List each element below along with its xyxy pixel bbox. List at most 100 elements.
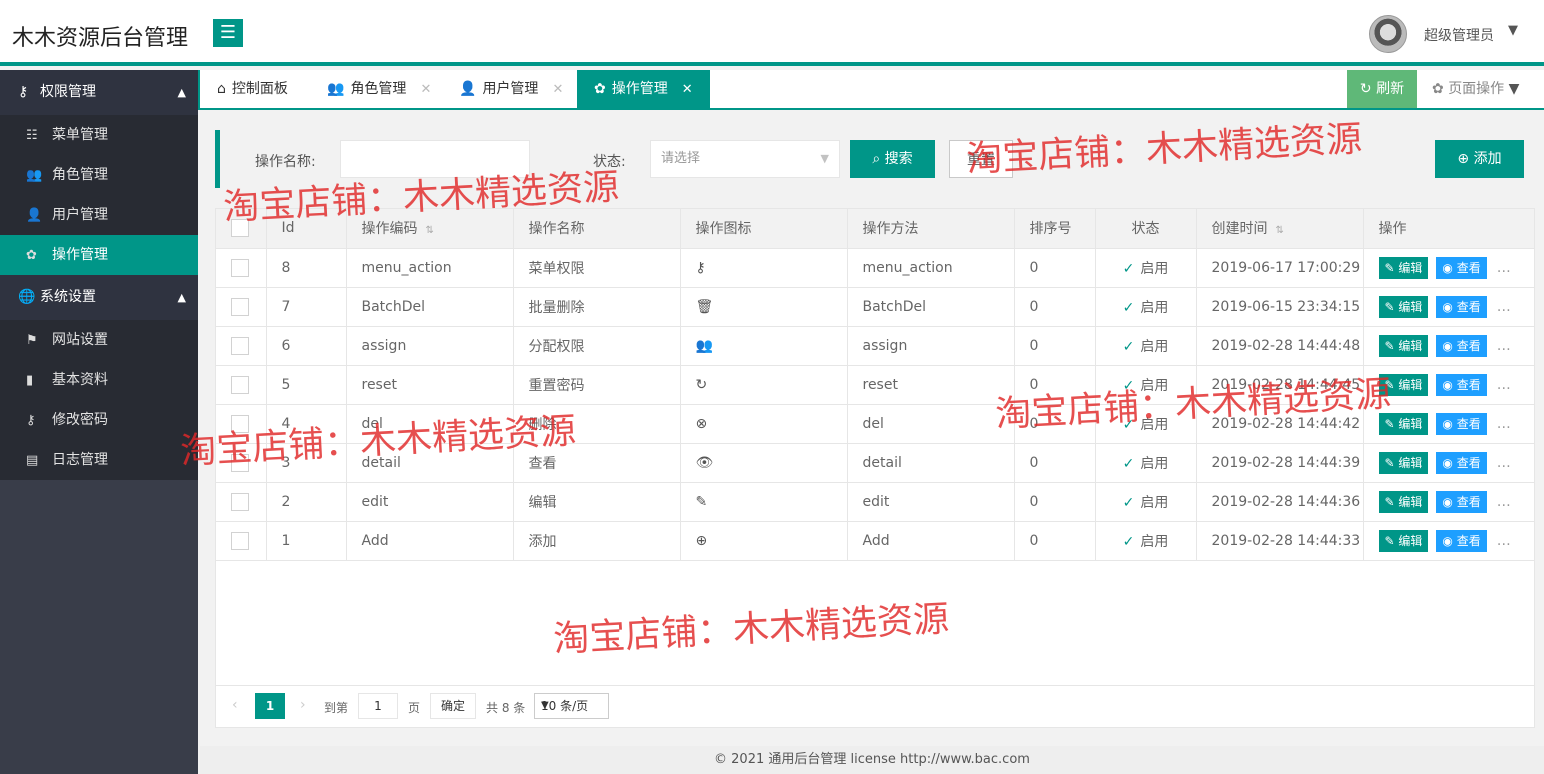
more-actions[interactable]: …: [1497, 416, 1511, 432]
more-actions[interactable]: …: [1497, 377, 1511, 393]
goto-page-input[interactable]: 1: [358, 693, 398, 719]
edit-button[interactable]: ✎ 编辑: [1378, 334, 1429, 357]
data-table: Id 操作编码 ⇅ 操作名称 操作图标 操作方法 排序号 状态 创建时间 ⇅ 操作 …: [215, 208, 1535, 728]
key-icon: ⚷: [26, 413, 36, 428]
cell-method: menu_action: [847, 248, 1015, 288]
col-created[interactable]: 创建时间 ⇅: [1196, 209, 1364, 249]
sidebar-item-profile[interactable]: ▮ 基本资料: [0, 360, 198, 400]
view-button[interactable]: ◉ 查看: [1436, 451, 1487, 474]
view-label: 查看: [1456, 416, 1481, 431]
tab-label: 角色管理: [350, 81, 407, 97]
cell-code: menu_action: [346, 248, 514, 288]
search-button[interactable]: ⌕ 搜索: [850, 140, 935, 178]
users-icon: 👥: [695, 337, 713, 354]
col-code[interactable]: 操作编码 ⇅: [346, 209, 514, 249]
sidebar-item-label: 修改密码: [52, 412, 108, 428]
view-button[interactable]: ◉ 查看: [1436, 256, 1487, 279]
cell-actions: ✎ 编辑 ◉ 查看 …: [1363, 404, 1534, 444]
sort-icon[interactable]: ⇅: [1276, 225, 1284, 236]
row-select-cell: [216, 326, 267, 366]
edit-button[interactable]: ✎ 编辑: [1378, 451, 1429, 474]
menu-toggle-icon[interactable]: ☰: [213, 19, 243, 47]
more-actions[interactable]: …: [1497, 533, 1511, 549]
eye-icon: ◉: [1442, 299, 1453, 314]
prev-page-icon[interactable]: ‹: [232, 697, 238, 713]
user-name[interactable]: 超级管理员: [1424, 25, 1494, 45]
edit-button[interactable]: ✎ 编辑: [1378, 490, 1429, 513]
reset-button[interactable]: 重置: [949, 140, 1013, 178]
pagination: ‹ 1 › 到第 1 页 确定 共 8 条 10 条/页 ▼: [216, 685, 1534, 727]
table-row: 5 reset 重置密码 ↻ reset 0 ✓ 启用 2019-02-28 14:44:45 ✎…: [216, 365, 1534, 405]
view-button[interactable]: ◉ 查看: [1436, 295, 1487, 318]
refresh-button[interactable]: ↻ 刷新: [1347, 70, 1417, 108]
view-button[interactable]: ◉ 查看: [1436, 373, 1487, 396]
cell-code: detail: [346, 443, 514, 483]
avatar[interactable]: [1369, 15, 1407, 53]
more-actions[interactable]: …: [1497, 299, 1511, 315]
status-select[interactable]: 请选择 ▼: [650, 140, 840, 178]
sort-icon[interactable]: ⇅: [426, 225, 434, 236]
row-checkbox[interactable]: [231, 492, 249, 511]
row-checkbox[interactable]: [231, 453, 249, 472]
row-checkbox[interactable]: [231, 297, 249, 316]
refresh-icon: ↻: [1359, 81, 1372, 97]
tab-users[interactable]: 👤 用户管理 ✕: [442, 70, 563, 108]
sidebar-group-permissions[interactable]: ⚷ 权限管理 ▲: [0, 70, 198, 115]
status-text: 启用: [1140, 377, 1169, 394]
next-page-icon[interactable]: ›: [300, 697, 306, 713]
row-checkbox[interactable]: [231, 258, 249, 277]
tab-dashboard[interactable]: ⌂ 控制面板: [200, 70, 288, 108]
more-actions[interactable]: …: [1497, 494, 1511, 510]
close-icon[interactable]: ✕: [552, 82, 563, 97]
edit-button[interactable]: ✎ 编辑: [1378, 529, 1429, 552]
sidebar-item-operations[interactable]: ✿ 操作管理: [0, 235, 198, 275]
edit-button[interactable]: ✎ 编辑: [1378, 295, 1429, 318]
close-icon[interactable]: ✕: [420, 82, 431, 97]
more-actions[interactable]: …: [1497, 260, 1511, 276]
sidebar-item-password[interactable]: ⚷ 修改密码: [0, 400, 198, 440]
page-1-button[interactable]: 1: [255, 693, 285, 719]
edit-button[interactable]: ✎ 编辑: [1378, 412, 1429, 435]
edit-icon: ✎: [1384, 299, 1395, 314]
row-checkbox[interactable]: [231, 414, 249, 433]
view-button[interactable]: ◉ 查看: [1436, 412, 1487, 435]
edit-button[interactable]: ✎ 编辑: [1378, 256, 1429, 279]
check-icon: ✓: [1122, 455, 1135, 472]
edit-label: 编辑: [1398, 533, 1423, 548]
edit-button[interactable]: ✎ 编辑: [1378, 373, 1429, 396]
tab-roles[interactable]: 👥 角色管理 ✕: [310, 70, 431, 108]
cell-sort: 0: [1014, 248, 1096, 288]
operation-name-input[interactable]: [340, 140, 530, 178]
row-checkbox[interactable]: [231, 531, 249, 550]
row-checkbox[interactable]: [231, 375, 249, 394]
confirm-page-button[interactable]: 确定: [430, 693, 476, 719]
sidebar-item-users[interactable]: 👤 用户管理: [0, 195, 198, 235]
sidebar-item-roles[interactable]: 👥 角色管理: [0, 155, 198, 195]
status-text: 启用: [1140, 494, 1169, 511]
sidebar-group-settings[interactable]: 🌐 系统设置 ▲: [0, 275, 198, 320]
row-select-cell: [216, 248, 267, 288]
footer: © 2021 通用后台管理 license http://www.bac.com: [200, 746, 1544, 774]
search-icon: ⌕: [872, 151, 881, 167]
chevron-down-icon[interactable]: ▼: [1508, 23, 1518, 38]
view-button[interactable]: ◉ 查看: [1436, 490, 1487, 513]
cell-status: ✓ 启用: [1095, 248, 1197, 288]
row-checkbox[interactable]: [231, 336, 249, 355]
sidebar-item-site-settings[interactable]: ⚑ 网站设置: [0, 320, 198, 360]
col-id: Id: [266, 209, 347, 249]
sidebar-item-logs[interactable]: ▤ 日志管理: [0, 440, 198, 480]
page-size-select[interactable]: 10 条/页 ▼: [534, 693, 609, 719]
view-button[interactable]: ◉ 查看: [1436, 334, 1487, 357]
tab-operations[interactable]: ✿ 操作管理 ✕: [577, 70, 710, 108]
close-icon[interactable]: ✕: [682, 82, 693, 97]
view-button[interactable]: ◉ 查看: [1436, 529, 1487, 552]
more-actions[interactable]: …: [1497, 338, 1511, 354]
add-button[interactable]: ⊕ 添加: [1435, 140, 1524, 178]
more-actions[interactable]: …: [1497, 455, 1511, 471]
close-circle-icon: ⊗: [695, 415, 708, 432]
page-operations-menu[interactable]: ✿ 页面操作 ▼: [1432, 70, 1519, 108]
check-icon: ✓: [1122, 299, 1135, 316]
select-all-checkbox[interactable]: [231, 219, 249, 238]
sidebar-item-menu[interactable]: ☷ 菜单管理: [0, 115, 198, 155]
cell-icon: ⚷: [680, 248, 848, 288]
